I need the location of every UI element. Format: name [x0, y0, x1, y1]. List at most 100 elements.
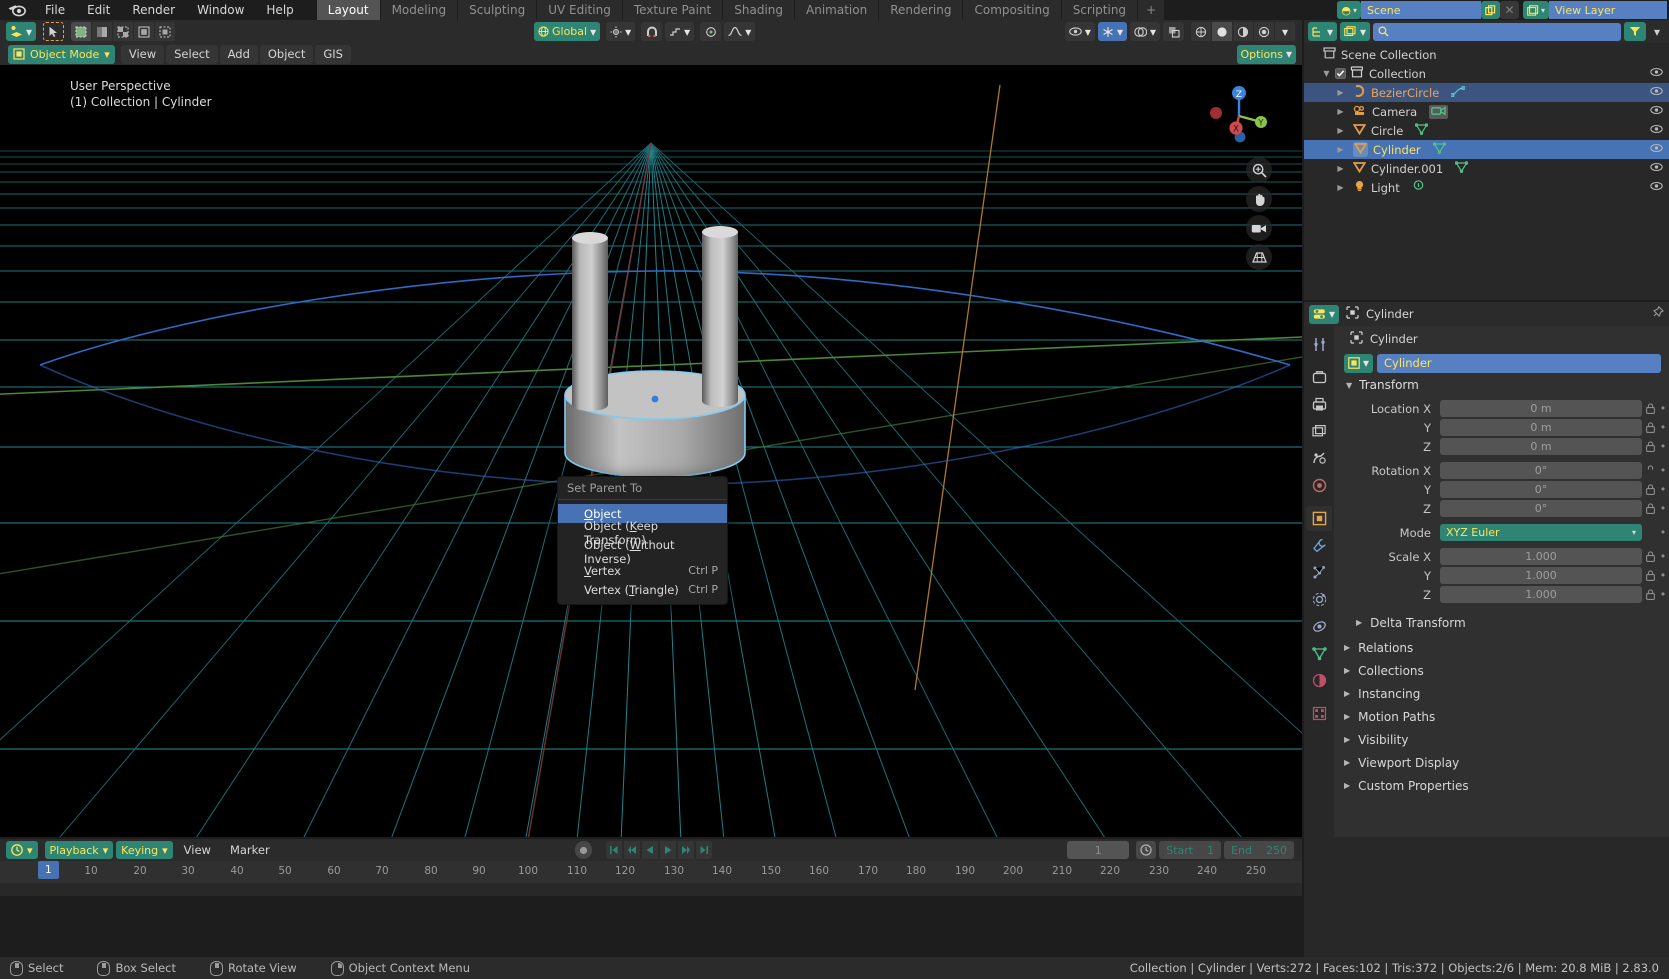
frame-end-field[interactable]: End 250: [1224, 841, 1294, 859]
mesh-data-icon[interactable]: [1454, 161, 1469, 176]
collection-checkbox[interactable]: [1334, 68, 1346, 79]
outliner-row-beziercircle[interactable]: ▶ BezierCircle: [1304, 83, 1669, 102]
animate-property-dot[interactable]: •: [1657, 402, 1669, 415]
field-rotation-z[interactable]: 0°: [1440, 500, 1642, 517]
snap-target-icon[interactable]: ▾: [665, 22, 695, 41]
lock-icon[interactable]: [1644, 441, 1657, 452]
lock-icon[interactable]: [1644, 403, 1657, 414]
section-relations[interactable]: ▶ Relations: [1334, 636, 1669, 659]
object-name-icon[interactable]: ▾: [1344, 353, 1374, 373]
tab-render[interactable]: [1306, 365, 1332, 390]
tab-tool[interactable]: [1306, 332, 1332, 357]
field-rotation-mode[interactable]: XYZ Euler ▾: [1440, 524, 1642, 541]
navigation-gizmo[interactable]: Z Y X: [1204, 81, 1274, 151]
select-intersect-icon[interactable]: [155, 22, 177, 41]
menu-window[interactable]: Window: [186, 0, 255, 20]
solid-shading-icon[interactable]: [1212, 22, 1233, 41]
blender-logo-icon[interactable]: [0, 0, 34, 20]
animate-property-dot[interactable]: •: [1657, 569, 1669, 582]
lock-icon[interactable]: [1644, 465, 1657, 476]
select-extend-icon[interactable]: [92, 22, 114, 41]
options-dropdown[interactable]: Options ▾: [1236, 44, 1296, 64]
outliner-row-cylinder[interactable]: ▶ Cylinder: [1304, 140, 1669, 159]
outliner-row-camera[interactable]: ▶ Camera: [1304, 102, 1669, 121]
viewport-menu-object[interactable]: Object: [259, 44, 314, 64]
tab-world[interactable]: [1306, 473, 1332, 498]
outliner-filter-dropdown-icon[interactable]: ▾: [1649, 22, 1665, 41]
field-location-z[interactable]: 0 m: [1440, 438, 1642, 455]
current-frame-field[interactable]: 1: [1067, 841, 1130, 859]
clock-icon[interactable]: [1136, 841, 1157, 859]
viewport-menu-add[interactable]: Add: [219, 44, 258, 64]
camera-view-icon[interactable]: [1246, 215, 1272, 241]
visibility-eye-icon[interactable]: [1650, 105, 1663, 118]
viewport-menu-select[interactable]: Select: [166, 44, 218, 64]
tab-physics[interactable]: [1306, 587, 1332, 612]
keying-dropdown[interactable]: Keying ▾: [116, 841, 173, 859]
jump-end-icon[interactable]: [696, 841, 712, 859]
tab-material[interactable]: [1306, 668, 1332, 693]
view-layer-name-field[interactable]: View Layer: [1549, 1, 1667, 19]
mode-dropdown[interactable]: Object Mode ▾: [8, 44, 115, 64]
visibility-eye-icon[interactable]: [1650, 162, 1663, 175]
next-keyframe-icon[interactable]: [678, 841, 694, 859]
zoom-icon[interactable]: [1246, 157, 1272, 183]
overlays-icon[interactable]: ▾: [1129, 22, 1160, 41]
animate-property-dot[interactable]: •: [1657, 440, 1669, 453]
tab-view-layer[interactable]: [1306, 419, 1332, 444]
tab-add-workspace[interactable]: +: [1138, 0, 1166, 20]
lock-icon[interactable]: [1644, 503, 1657, 514]
tab-shading[interactable]: Shading: [723, 0, 795, 20]
playback-dropdown[interactable]: Playback ▾: [44, 841, 114, 859]
animate-property-dot[interactable]: •: [1657, 421, 1669, 434]
lock-icon[interactable]: [1644, 484, 1657, 495]
tab-modifier[interactable]: [1306, 533, 1332, 558]
lock-icon[interactable]: [1644, 551, 1657, 562]
new-scene-button[interactable]: [1480, 1, 1500, 19]
section-motion-paths[interactable]: ▶ Motion Paths: [1334, 705, 1669, 728]
tab-particles[interactable]: [1306, 560, 1332, 585]
pin-icon[interactable]: [1651, 305, 1664, 322]
tab-scripting[interactable]: Scripting: [1061, 0, 1139, 20]
field-location-x[interactable]: 0 m: [1440, 400, 1642, 417]
menu-file[interactable]: File: [34, 0, 76, 20]
visibility-eye-icon[interactable]: [1650, 124, 1663, 137]
tab-texture-paint[interactable]: Texture Paint: [622, 0, 724, 20]
outliner-editor-type-icon[interactable]: ▾: [1308, 22, 1338, 41]
tab-layout[interactable]: Layout: [316, 0, 381, 20]
curve-data-icon[interactable]: [1450, 85, 1466, 100]
section-visibility[interactable]: ▶ Visibility: [1334, 728, 1669, 751]
menu-render[interactable]: Render: [121, 0, 186, 20]
field-rotation-y[interactable]: 0°: [1440, 481, 1642, 498]
expand-triangle-right-icon[interactable]: ▶: [1334, 145, 1347, 154]
pan-hand-icon[interactable]: [1246, 186, 1272, 212]
field-scale-x[interactable]: 1.000: [1440, 548, 1642, 565]
falloff-curve-icon[interactable]: ▾: [724, 22, 756, 41]
section-delta-transform[interactable]: ▶ Delta Transform: [1334, 611, 1669, 634]
mesh-data-icon[interactable]: [1432, 142, 1446, 157]
camera-data-icon[interactable]: [1429, 104, 1449, 119]
play-reverse-icon[interactable]: [642, 841, 658, 859]
shading-dropdown-icon[interactable]: ▾: [1275, 22, 1296, 41]
tab-sculpting[interactable]: Sculpting: [458, 0, 538, 20]
expand-triangle-right-icon[interactable]: ▶: [1334, 164, 1347, 173]
record-icon[interactable]: [575, 841, 592, 859]
visibility-eye-icon[interactable]: [1650, 86, 1663, 99]
wireframe-shading-icon[interactable]: [1191, 22, 1212, 41]
section-custom-properties[interactable]: ▶ Custom Properties: [1334, 774, 1669, 797]
xray-icon[interactable]: [1163, 22, 1184, 41]
magnet-icon[interactable]: [641, 22, 663, 41]
menu-edit[interactable]: Edit: [76, 0, 121, 20]
animate-property-dot[interactable]: •: [1657, 464, 1669, 477]
field-location-y[interactable]: 0 m: [1440, 419, 1642, 436]
set-parent-to-context-menu[interactable]: Set Parent To Object Object (Keep Transf…: [557, 476, 728, 605]
remove-scene-button[interactable]: ✕: [1499, 1, 1519, 19]
expand-triangle-right-icon[interactable]: ▶: [1334, 126, 1347, 135]
select-set-icon[interactable]: [71, 22, 93, 41]
section-collections[interactable]: ▶ Collections: [1334, 659, 1669, 682]
animate-property-dot[interactable]: •: [1657, 550, 1669, 563]
animate-property-dot[interactable]: •: [1657, 526, 1669, 539]
properties-editor-type-icon[interactable]: ▾: [1309, 304, 1340, 324]
select-box-icon[interactable]: [43, 22, 65, 41]
timeline-menu-view[interactable]: View: [176, 843, 219, 857]
